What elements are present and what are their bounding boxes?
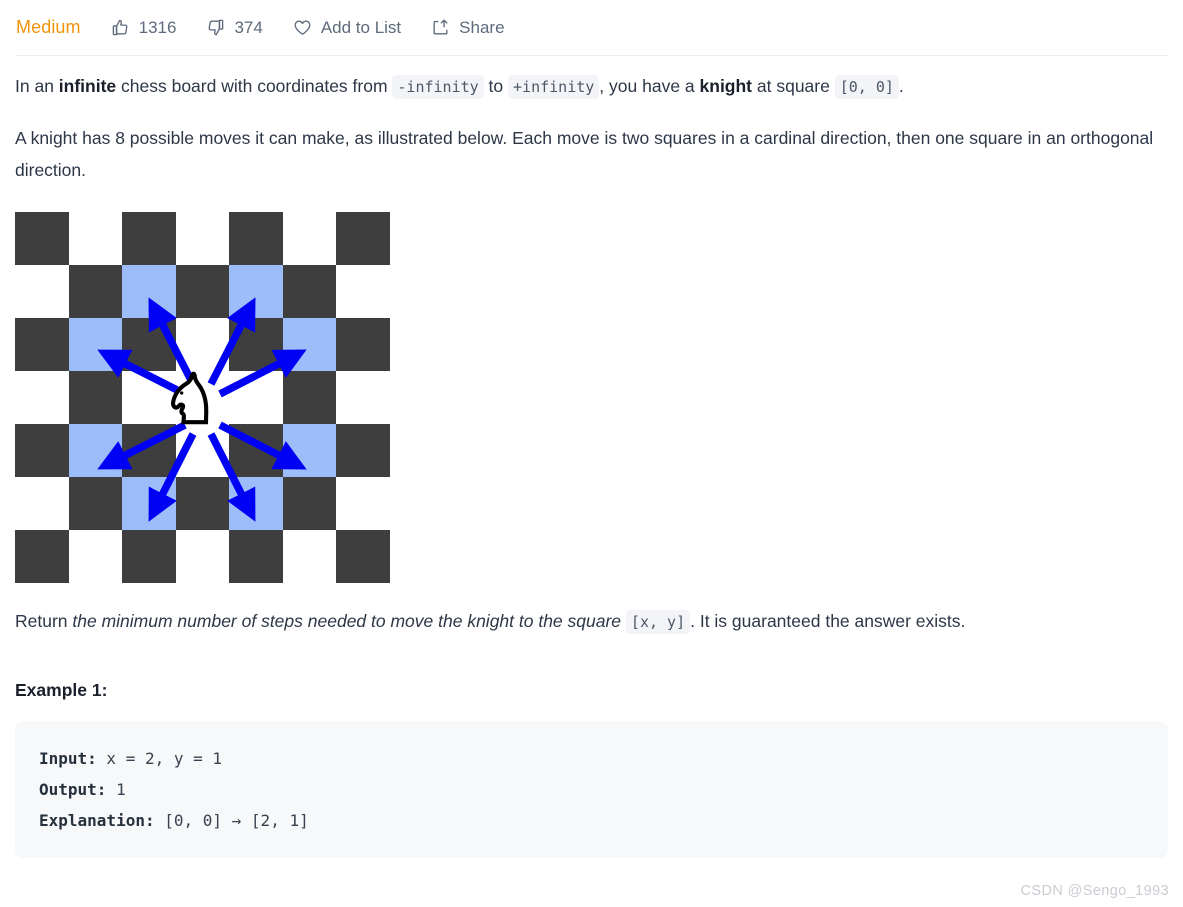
p3-italic-return: the minimum number of steps needed to mo… [72, 611, 622, 631]
board-square [15, 477, 69, 530]
board-square [175, 530, 230, 583]
board-square [175, 265, 230, 318]
board-square [282, 212, 337, 265]
description-paragraph-3: Return the minimum number of steps neede… [15, 605, 1168, 638]
board-square [336, 530, 390, 583]
board-square [229, 371, 283, 424]
add-to-list-label: Add to List [320, 18, 402, 37]
example-1-heading: Example 1: [15, 680, 108, 700]
board-square [282, 265, 337, 318]
input-value: x = 2, y = 1 [96, 749, 223, 768]
board-square [229, 212, 283, 265]
board-square [122, 212, 176, 265]
toolbar-divider [15, 55, 1168, 56]
board-square [175, 371, 230, 424]
board-square-highlighted [229, 477, 283, 530]
code-origin-square: [0, 0] [834, 75, 899, 99]
board-square [122, 530, 176, 583]
share-label: Share [459, 18, 505, 37]
knight-moves-illustration [15, 212, 390, 583]
board-square-highlighted [282, 424, 337, 477]
description-paragraph-2: A knight has 8 possible moves it can mak… [15, 128, 1154, 180]
like-button[interactable]: 1316 [111, 18, 177, 37]
difficulty-badge: Medium [16, 17, 81, 37]
p1-text-2: chess board with coordinates from [116, 76, 393, 96]
board-square-highlighted [68, 318, 123, 371]
board-square [336, 424, 390, 477]
share-button[interactable]: Share [431, 18, 505, 37]
share-icon [431, 18, 450, 37]
p1-text-4: , you have a [599, 76, 700, 96]
dislike-button[interactable]: 374 [206, 18, 263, 37]
p1-text-6: . [898, 76, 904, 96]
board-square [15, 371, 69, 424]
board-square [15, 265, 69, 318]
board-square-highlighted [282, 318, 337, 371]
board-square [122, 371, 176, 424]
thumbs-up-icon [111, 18, 130, 37]
description-paragraph-1: In an infinite chess board with coordina… [15, 70, 1168, 103]
board-square [175, 477, 230, 530]
problem-description: In an infinite chess board with coordina… [15, 70, 1168, 858]
p3-text-1: Return [15, 611, 73, 631]
board-square [336, 212, 390, 265]
board-square [282, 371, 337, 424]
p3-text-3: . It is guaranteed the answer exists. [690, 611, 966, 631]
board-square [122, 318, 176, 371]
p1-text-1: In an [15, 76, 59, 96]
code-target-square: [x, y] [625, 610, 691, 634]
board-square [68, 477, 123, 530]
board-square [229, 318, 283, 371]
p1-text-5: at square [752, 76, 835, 96]
problem-toolbar: Medium 1316 374 Add to List Share [0, 0, 1183, 55]
board-square-highlighted [122, 265, 176, 318]
board-square [336, 318, 390, 371]
explanation-label: Explanation: [39, 811, 155, 830]
board-square-highlighted [68, 424, 123, 477]
board-square [15, 318, 69, 371]
board-square [68, 265, 123, 318]
board-square [15, 212, 69, 265]
board-square [229, 530, 283, 583]
board-square [336, 371, 390, 424]
board-square [336, 265, 390, 318]
p1-bold-infinite: infinite [58, 76, 117, 96]
board-square [175, 424, 230, 477]
board-square [336, 477, 390, 530]
watermark: CSDN @Sengo_1993 [1020, 883, 1169, 899]
board-square [175, 318, 230, 371]
add-to-list-button[interactable]: Add to List [293, 18, 401, 37]
thumbs-down-icon [206, 18, 225, 37]
example-1-codeblock: Input: x = 2, y = 1 Output: 1 Explanatio… [15, 721, 1168, 858]
dislike-count: 374 [234, 18, 263, 37]
output-label: Output: [39, 780, 107, 799]
output-value: 1 [106, 780, 126, 799]
input-label: Input: [39, 749, 97, 768]
like-count: 1316 [138, 18, 177, 37]
board-square [15, 530, 69, 583]
board-square [282, 477, 337, 530]
board-square [122, 424, 176, 477]
heart-icon [293, 18, 312, 37]
board-square [175, 212, 230, 265]
code-pos-infinity: +infinity [508, 75, 600, 99]
chess-board [15, 212, 390, 583]
board-square-highlighted [229, 265, 283, 318]
board-square [282, 530, 337, 583]
board-square [229, 424, 283, 477]
p1-text-3: to [483, 76, 509, 96]
board-square [15, 424, 69, 477]
board-square-highlighted [122, 477, 176, 530]
code-neg-infinity: -infinity [392, 75, 484, 99]
board-square [68, 371, 123, 424]
p1-bold-knight: knight [699, 76, 753, 96]
board-square [68, 212, 123, 265]
board-square [68, 530, 123, 583]
explanation-value: [0, 0] → [2, 1] [154, 811, 309, 830]
